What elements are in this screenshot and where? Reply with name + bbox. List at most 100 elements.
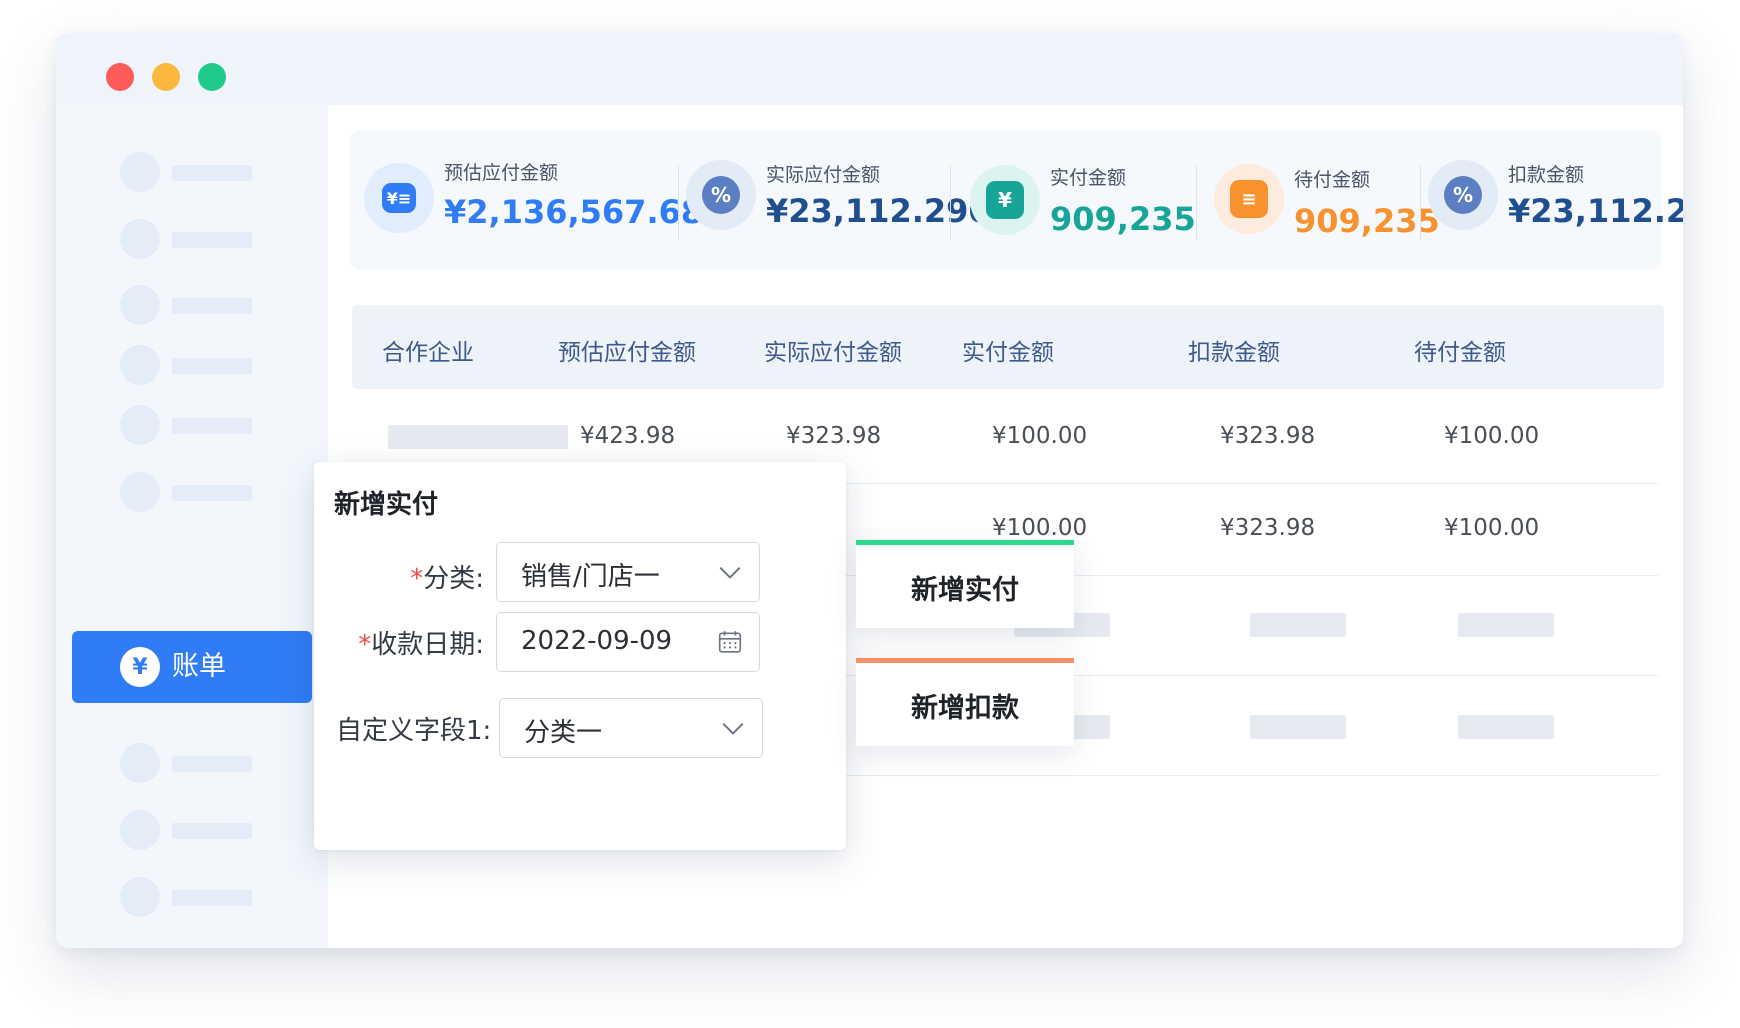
stat-value: ¥2,136,567.68 <box>444 193 704 231</box>
field-label: 分类: <box>423 564 484 594</box>
yen-card-icon: ¥ <box>970 165 1040 235</box>
action-menu: 新增实付 新增扣款 <box>856 540 1074 750</box>
stat-label: 实际应付金额 <box>766 164 881 186</box>
required-mark: * <box>410 564 424 594</box>
sidebar-item-placeholder[interactable] <box>120 405 280 445</box>
maximize-window-button[interactable] <box>198 63 226 91</box>
stat-value: 909,235 <box>1294 202 1440 240</box>
column-header[interactable]: 预估应付金额 <box>558 333 696 367</box>
sidebar: ¥ 账单 <box>56 105 328 948</box>
minimize-window-button[interactable] <box>152 63 180 91</box>
app-window: ¥ 账单 ¥≡ 预估应付金额 ¥2,136,567.68 % 实际应付金额 ¥2… <box>56 33 1683 948</box>
placeholder-label <box>172 823 252 839</box>
payment-date-value: 2022-09-09 <box>521 626 673 656</box>
chevron-down-icon <box>722 722 744 735</box>
divider <box>950 166 951 240</box>
cell-placeholder <box>1458 613 1554 637</box>
table-cell: ¥100.00 <box>992 515 1088 541</box>
sidebar-item-placeholder[interactable] <box>120 877 280 917</box>
stat-label: 预估应付金额 <box>444 162 559 184</box>
divider <box>678 166 679 240</box>
add-payment-label: 新增实付 <box>911 575 1019 606</box>
placeholder-label <box>172 485 252 501</box>
custom-field-value: 分类一 <box>524 718 603 748</box>
stat-value: 909,235 <box>1050 200 1196 238</box>
stat-paid: ¥ 实付金额 909,235 <box>970 130 1196 270</box>
stat-deduction: % 扣款金额 ¥23,112.290 <box>1428 130 1683 270</box>
column-header[interactable]: 待付金额 <box>1414 333 1506 367</box>
placeholder-label <box>172 890 252 906</box>
sidebar-item-placeholder[interactable] <box>120 345 280 385</box>
calendar-icon[interactable] <box>717 629 743 655</box>
custom-field-label: 自定义字段1: <box>336 716 492 746</box>
sidebar-item-placeholder[interactable] <box>120 743 280 783</box>
column-header[interactable]: 实际应付金额 <box>764 333 902 367</box>
add-payment-dialog: 新增实付 *分类: 销售/门店一 *收款日期: 2022-09-09 自定义字段… <box>314 462 846 850</box>
stat-label: 实付金额 <box>1050 167 1127 189</box>
add-payment-button[interactable]: 新增实付 <box>856 540 1074 628</box>
cell-placeholder <box>1458 715 1554 739</box>
chevron-down-icon <box>719 566 741 579</box>
placeholder-icon <box>120 345 160 385</box>
stat-estimated-payable: ¥≡ 预估应付金额 ¥2,136,567.68 <box>350 130 703 270</box>
sidebar-item-bill[interactable]: ¥ 账单 <box>72 631 312 703</box>
close-window-button[interactable] <box>106 63 134 91</box>
stat-actual-payable: % 实际应付金额 ¥23,112.290 <box>686 130 991 270</box>
table-cell: ¥100.00 <box>992 423 1088 449</box>
placeholder-label <box>172 418 252 434</box>
placeholder-icon <box>120 152 160 192</box>
dialog-title: 新增实付 <box>334 490 439 520</box>
placeholder-icon <box>120 743 160 783</box>
table-cell: ¥100.00 <box>1444 423 1540 449</box>
placeholder-icon <box>120 877 160 917</box>
add-deduction-label: 新增扣款 <box>911 693 1019 724</box>
orange-accent-bar <box>856 658 1074 663</box>
custom-field-select[interactable]: 分类一 <box>499 698 763 758</box>
column-header[interactable]: 扣款金额 <box>1188 333 1280 367</box>
document-icon: ≡ <box>1214 164 1284 234</box>
sidebar-item-bill-label: 账单 <box>172 651 226 682</box>
add-deduction-button[interactable]: 新增扣款 <box>856 658 1074 746</box>
summary-strip: ¥≡ 预估应付金额 ¥2,136,567.68 % 实际应付金额 ¥23,112… <box>350 130 1683 270</box>
placeholder-label <box>172 165 252 181</box>
placeholder-icon <box>120 405 160 445</box>
stat-value: ¥23,112.290 <box>766 192 991 230</box>
column-header[interactable]: 合作企业 <box>382 333 474 367</box>
required-mark: * <box>358 630 372 660</box>
category-select[interactable]: 销售/门店一 <box>496 542 760 602</box>
sidebar-item-placeholder[interactable] <box>120 285 280 325</box>
yen-icon: ¥ <box>120 647 160 687</box>
list-yen-icon: ¥≡ <box>364 163 434 233</box>
divider <box>1420 166 1421 240</box>
placeholder-label <box>172 232 252 248</box>
cell-placeholder <box>1250 715 1346 739</box>
sidebar-item-placeholder[interactable] <box>120 152 280 192</box>
stat-label: 扣款金额 <box>1508 164 1585 186</box>
table-header: 合作企业 预估应付金额 实际应付金额 实付金额 扣款金额 待付金额 <box>352 305 1664 389</box>
stat-value: ¥23,112.290 <box>1508 192 1683 230</box>
stat-label: 待付金额 <box>1294 169 1371 191</box>
placeholder-label <box>172 298 252 314</box>
placeholder-icon <box>120 810 160 850</box>
table-cell: ¥323.98 <box>1220 423 1316 449</box>
sidebar-item-placeholder[interactable] <box>120 472 280 512</box>
table-cell: ¥323.98 <box>786 423 882 449</box>
category-value: 销售/门店一 <box>521 562 660 592</box>
sidebar-item-placeholder[interactable] <box>120 810 280 850</box>
category-label: *分类: <box>410 558 484 595</box>
table-cell: ¥423.98 <box>580 423 676 449</box>
placeholder-label <box>172 358 252 374</box>
field-label: 收款日期: <box>371 630 484 660</box>
payment-date-label: *收款日期: <box>358 624 484 661</box>
column-header[interactable]: 实付金额 <box>962 333 1054 367</box>
green-accent-bar <box>856 540 1074 545</box>
placeholder-icon <box>120 472 160 512</box>
percent-icon: % <box>686 160 756 230</box>
cell-placeholder <box>1250 613 1346 637</box>
sidebar-item-placeholder[interactable] <box>120 219 280 259</box>
placeholder-icon <box>120 219 160 259</box>
company-placeholder <box>388 425 568 449</box>
placeholder-label <box>172 756 252 772</box>
payment-date-input[interactable]: 2022-09-09 <box>496 612 760 672</box>
title-bar <box>56 33 1683 105</box>
